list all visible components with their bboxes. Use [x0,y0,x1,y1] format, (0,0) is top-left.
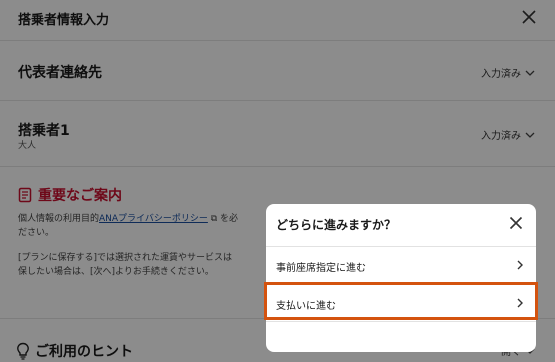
seat-selection-option[interactable]: 事前座席指定に進む [266,246,536,282]
dialog-title: どちらに進みますか？ [276,218,397,232]
seat-selection-label: 事前座席指定に進む [276,263,366,274]
proceed-choice-dialog: どちらに進みますか？ 事前座席指定に進む 支払いに進む [266,204,536,352]
close-icon[interactable] [508,215,524,231]
chevron-right-icon [517,260,523,270]
payment-option-highlight [264,282,538,320]
dialog-divider [266,321,536,322]
